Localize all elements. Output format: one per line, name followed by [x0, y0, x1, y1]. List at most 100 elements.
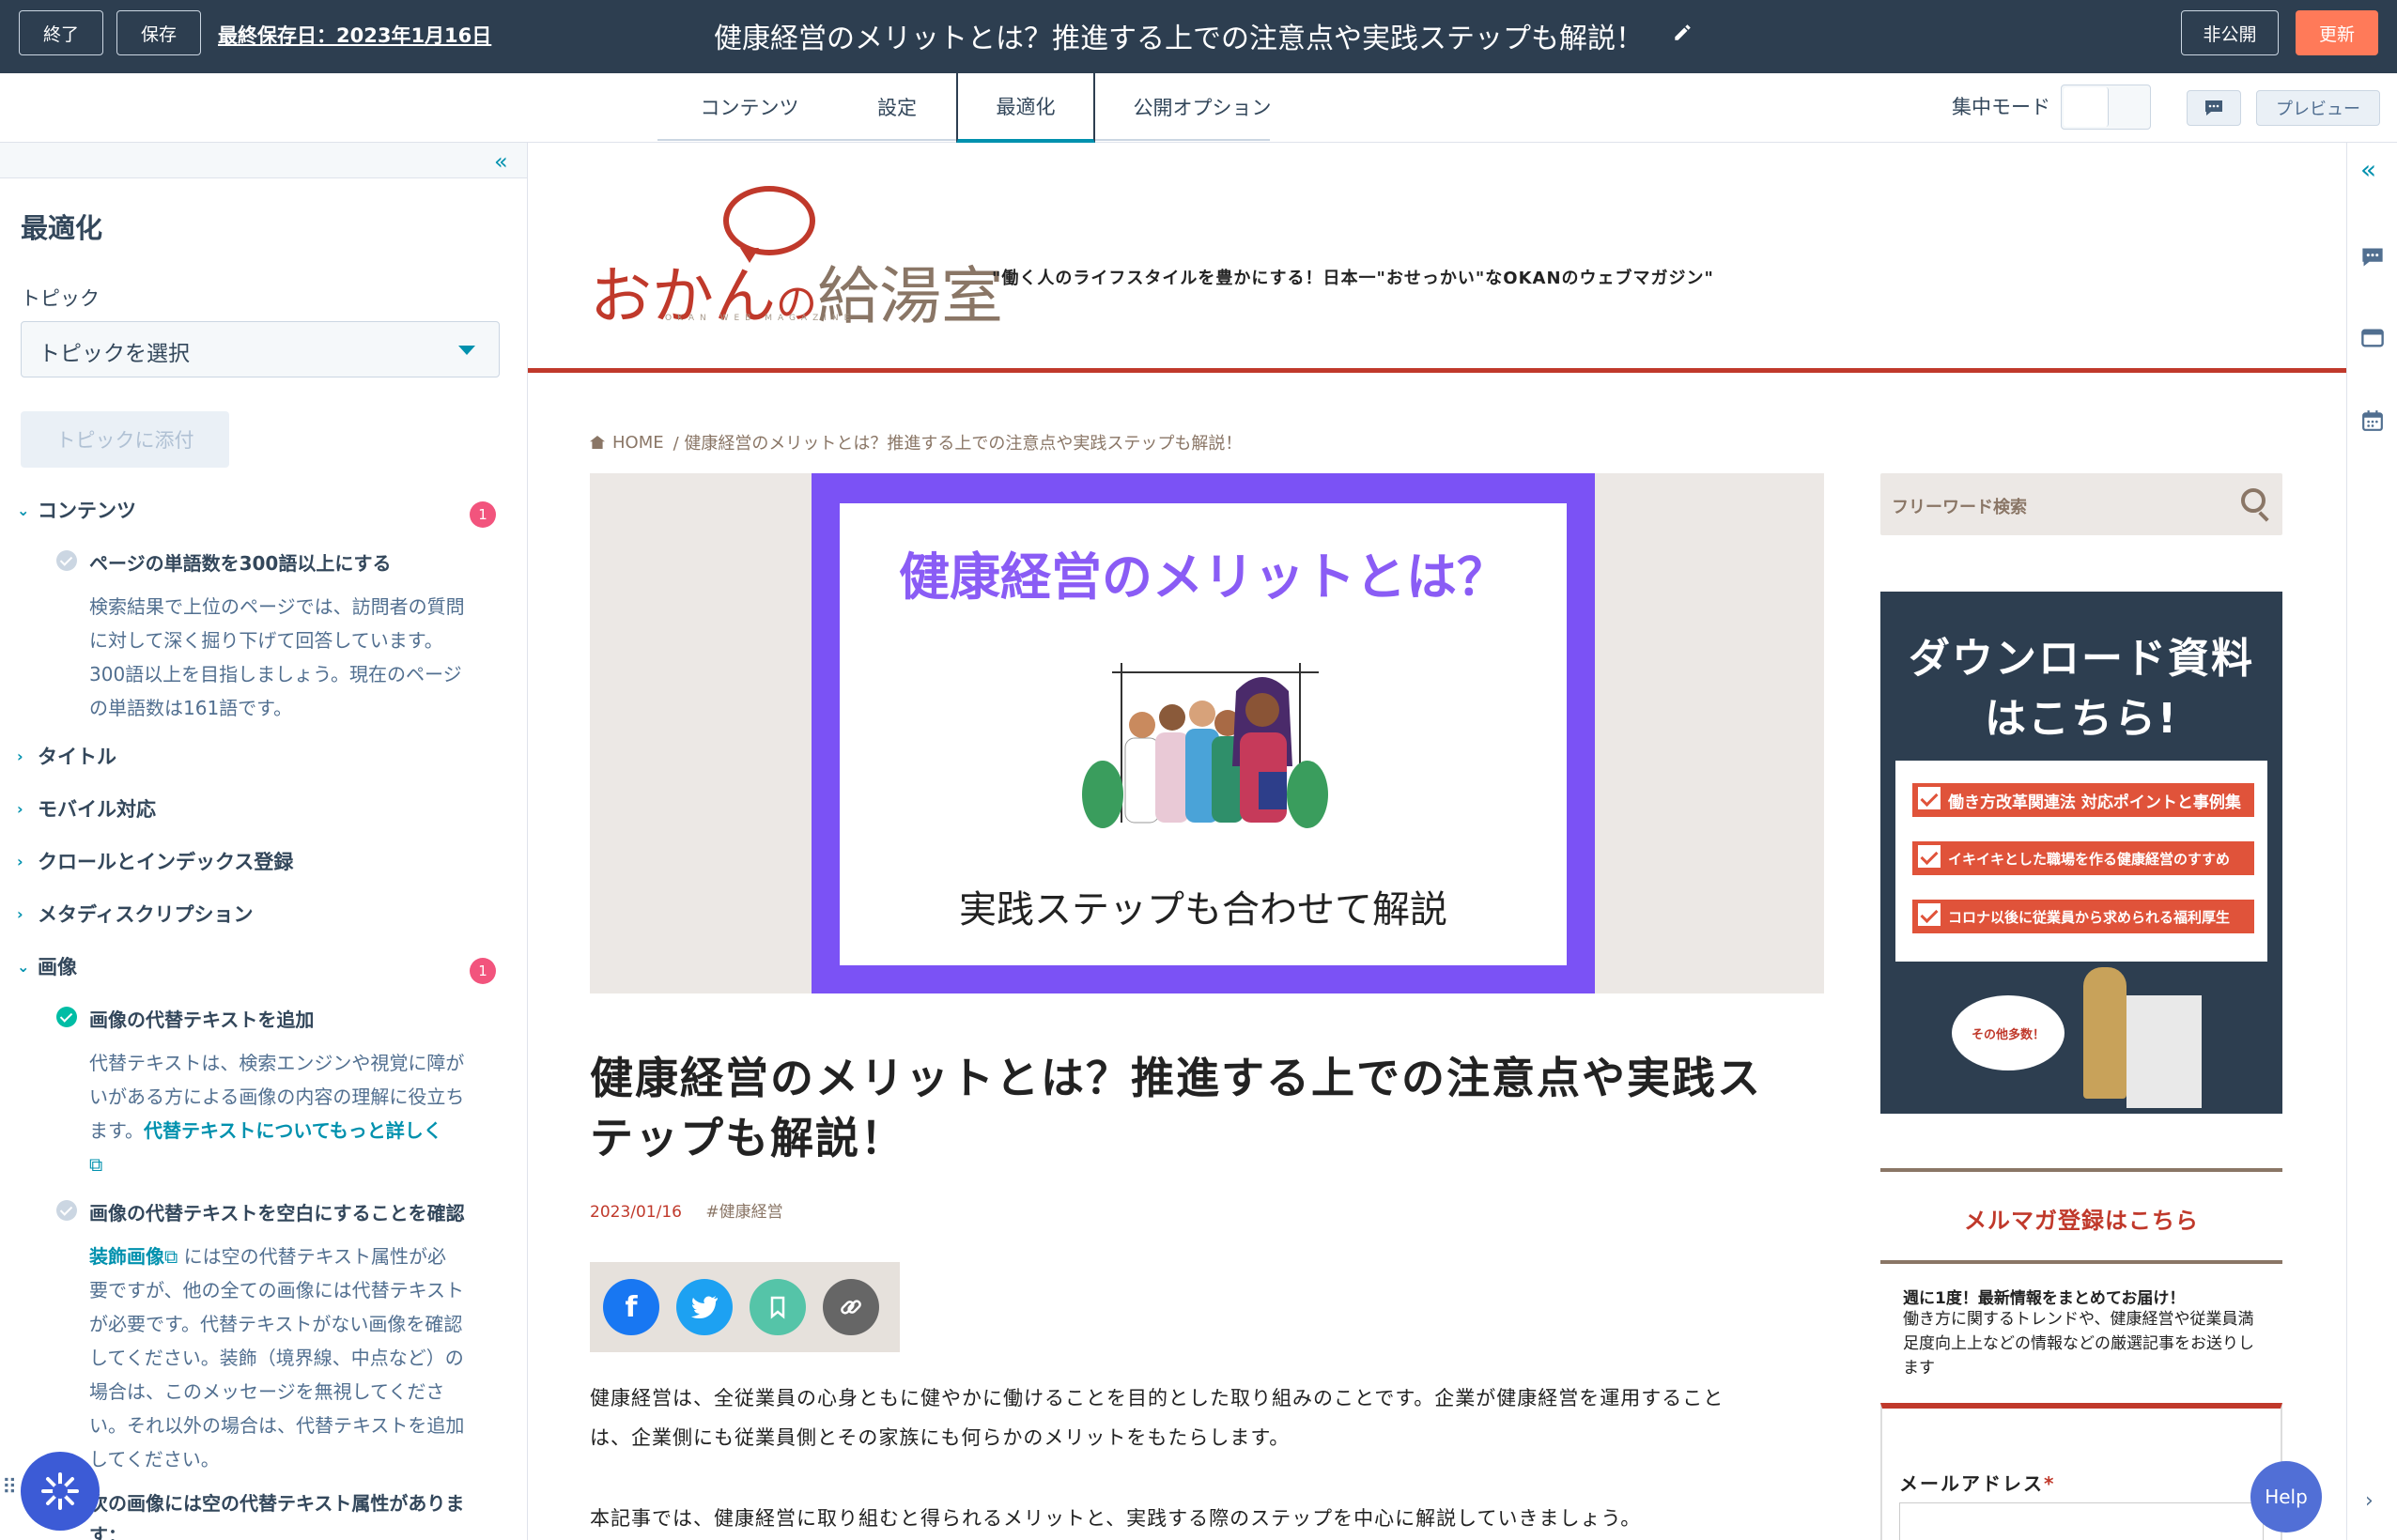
recommendation-title[interactable]: 画像の代替テキストを追加 [89, 1005, 314, 1032]
save-button[interactable]: 保存 [116, 10, 201, 55]
search-placeholder: フリーワード検索 [1892, 498, 2027, 517]
comments-button[interactable] [2187, 90, 2241, 126]
page-preview-canvas[interactable]: おかんの給湯室 OKAN WEB MAGAZINE "働く人のライフスタイルを豊… [528, 143, 2346, 1540]
site-tagline: "働く人のライフスタイルを豊かにする！日本一"おせっかい"なOKANのウェブマガ… [992, 269, 1714, 288]
section-title[interactable]: › タイトル [17, 742, 116, 770]
section-mobile[interactable]: › モバイル対応 [17, 794, 156, 823]
editor-tabs-bar: コンテンツ 設定 最適化 公開オプション 集中モード プレビュー [0, 71, 2397, 143]
caret-down-icon [458, 346, 475, 355]
breadcrumb-current: / 健康経営のメリットとは？推進する上での注意点や実践ステップも解説！ [673, 434, 1243, 454]
last-saved-link[interactable]: 最終保存日：2023年1月16日 [218, 21, 491, 49]
download-banner-title: ダウンロード資料 はこちら! [1909, 635, 2254, 743]
tab-optimize[interactable]: 最適化 [956, 71, 1095, 143]
update-button[interactable]: 更新 [2296, 10, 2378, 55]
focus-mode-toggle[interactable] [2061, 85, 2151, 130]
optimization-sidebar: « 最適化 トピック トピックを選択 トピックに添付 ⌄ コンテンツ 1 ページ… [0, 143, 528, 1540]
site-search-input[interactable]: フリーワード検索 [1880, 473, 2282, 535]
breadcrumb-home-link[interactable]: HOME [612, 433, 664, 453]
decorative-image-link[interactable]: 装飾画像 [89, 1245, 164, 1268]
team-illustration [1082, 663, 1328, 828]
share-buttons: f [590, 1262, 900, 1352]
topic-select[interactable]: トピックを選択 [21, 321, 500, 377]
focus-mode-label: 集中モード [1952, 96, 2050, 118]
breadcrumb: HOME / 健康経営のメリットとは？推進する上での注意点や実践ステップも解説！ [590, 430, 1242, 454]
hero-title: 健康経営のメリットとは？ [899, 547, 1508, 607]
tab-content[interactable]: コンテンツ [673, 73, 827, 141]
article-title[interactable]: 健康経営のメリットとは？推進する上での注意点や実践ス テップも解説！ [590, 1048, 1830, 1168]
editor-topbar: 終了 保存 最終保存日：2023年1月16日 健康経営のメリットとは？推進する上… [0, 0, 2397, 73]
header-divider [528, 368, 2346, 373]
preview-button[interactable]: プレビュー [2256, 90, 2380, 126]
topic-label: トピック [21, 287, 100, 310]
newsletter-description: 働き方に関するトレンドや、健康経営や従業員満足度向上上などの情報などの厳選記事を… [1903, 1310, 2254, 1378]
divider [1880, 1168, 2282, 1172]
article-paragraph[interactable]: 健康経営は、全従業員の心身ともに健やかに働けることを目的とした取り組みのことです… [590, 1378, 1830, 1457]
email-label: メールアドレス* [1899, 1472, 2056, 1495]
article-paragraph[interactable]: 本記事では、健康経営に取り組むと得られるメリットと、実践する際のステップを中心に… [590, 1499, 1830, 1538]
tab-settings[interactable]: 設定 [845, 73, 949, 141]
expand-panel-icon[interactable]: « [2360, 154, 2385, 185]
divider [1880, 1260, 2282, 1264]
comment-icon[interactable] [2360, 246, 2385, 269]
download-item: 働き方改革関連法 対応ポイントと事例集 [1912, 783, 2254, 817]
recommendation-text: 装飾画像⧉ には空の代替テキスト属性が必 要ですが、他の全ての画像には代替テキス… [89, 1245, 465, 1471]
section-images[interactable]: ⌄ 画像 [17, 952, 77, 980]
hero-subtitle: 実践ステップも合わせて解説 [959, 888, 1447, 932]
post-tag[interactable]: #健康経営 [705, 1203, 782, 1222]
right-rail: « [2346, 143, 2397, 1540]
newsletter-form: メールアドレス* [1880, 1403, 2282, 1540]
article-meta: 2023/01/16 #健康経営 [590, 1198, 783, 1222]
attach-topic-button[interactable]: トピックに添付 [21, 411, 229, 468]
chevron-right-icon: › [17, 904, 23, 923]
download-item: コロナ以後に従業員から求められる福利厚生 [1912, 900, 2254, 933]
person-illustration [2083, 967, 2126, 1099]
chevron-right-icon: › [17, 852, 23, 870]
chevron-down-icon: ⌄ [17, 500, 30, 519]
chevron-down-icon: ⌄ [17, 957, 30, 976]
facebook-icon[interactable]: f [603, 1279, 659, 1335]
section-content[interactable]: ⌄ コンテンツ [17, 496, 136, 524]
chevron-right-icon[interactable]: › [2365, 1489, 2374, 1513]
learn-more-alt-text-link[interactable]: 代替テキストについてもっと詳しく [144, 1119, 442, 1142]
assistant-launcher-button[interactable] [21, 1452, 100, 1531]
home-icon [590, 436, 605, 449]
tab-publish-options[interactable]: 公開オプション [1108, 73, 1296, 141]
section-crawl-index[interactable]: › クロールとインデックス登録 [17, 847, 293, 875]
status-badge: 1 [470, 958, 496, 984]
email-field[interactable] [1899, 1502, 2264, 1540]
recommendation-text: 検索結果で上位のページでは、訪問者の質問 に対して深く掘り下げて回答しています。… [89, 595, 465, 719]
featured-image[interactable]: 健康経営のメリットとは？ 実践ステップも合わせて解説 [590, 473, 1824, 993]
post-date: 2023/01/16 [590, 1203, 682, 1222]
recommendation-title[interactable]: ページの単語数を300語以上にする [89, 548, 392, 576]
download-item: イキイキとした職場を作る健康経営のすすめ [1912, 841, 2254, 875]
logo-speech-bubble [723, 186, 815, 255]
download-banner[interactable]: ダウンロード資料 はこちら! 働き方改革関連法 対応ポイントと事例集 イキイキと… [1880, 592, 2282, 1114]
search-icon[interactable] [2241, 488, 2266, 513]
more-items-cloud: その他多数！ [1952, 995, 2065, 1070]
drag-handle-icon[interactable]: ⠿ [2, 1476, 17, 1500]
newsletter-lead: 週に1度！最新情報をまとめてお届け！ [1903, 1289, 2186, 1308]
check-circle-icon [56, 1200, 77, 1221]
help-button[interactable]: Help [2250, 1461, 2322, 1532]
exit-button[interactable]: 終了 [19, 10, 103, 55]
bookshelf-illustration [2126, 995, 2202, 1108]
unpublish-button[interactable]: 非公開 [2181, 10, 2279, 55]
window-icon[interactable] [2360, 327, 2385, 349]
bookmark-icon[interactable] [750, 1279, 806, 1335]
check-circle-icon [56, 550, 77, 571]
newsletter-title: メルマガ登録はこちら [1964, 1208, 2199, 1234]
chevron-right-icon: › [17, 799, 23, 818]
comment-icon [2205, 100, 2222, 116]
chevron-right-icon: › [17, 747, 23, 765]
section-meta-description[interactable]: › メタディスクリプション [17, 900, 254, 928]
pencil-icon[interactable] [1672, 23, 1693, 43]
external-link-icon: ⧉ [89, 1153, 103, 1176]
collapse-sidebar-icon[interactable]: « [494, 148, 508, 175]
check-circle-icon [56, 1007, 77, 1027]
recommendation-text: 代替テキストは、検索エンジンや視覚に障が いがある方による画像の内容の理解に役立… [89, 1052, 465, 1176]
calendar-icon[interactable] [2360, 409, 2385, 432]
recommendation-title[interactable]: 画像の代替テキストを空白にすることを確認 [89, 1198, 465, 1225]
sparkle-icon [41, 1472, 79, 1510]
twitter-icon[interactable] [676, 1279, 733, 1335]
link-icon[interactable] [823, 1279, 879, 1335]
